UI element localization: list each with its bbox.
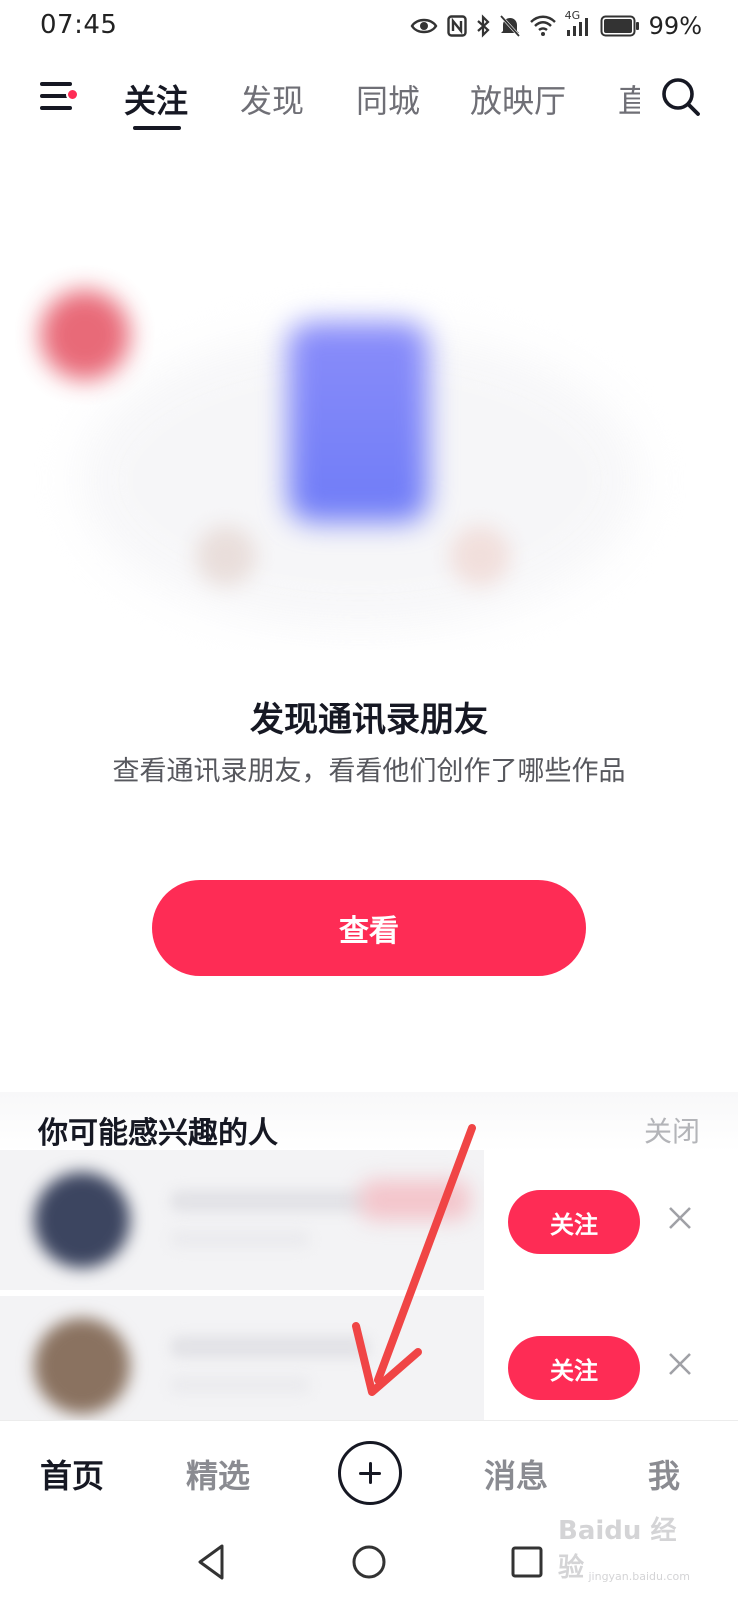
user-info [170, 1230, 310, 1248]
tab-following[interactable]: 关注 [124, 76, 188, 122]
tab-live[interactable]: 直 [618, 76, 640, 116]
battery-percent: 99% [648, 12, 702, 40]
mute-icon [499, 14, 521, 38]
tab-home[interactable]: 首页 [40, 1451, 104, 1497]
tab-messages[interactable]: 消息 [484, 1451, 548, 1497]
suggestions-close-button[interactable]: 关闭 [644, 1110, 700, 1150]
user-name [170, 1190, 370, 1212]
contacts-illustration [0, 230, 738, 650]
search-button[interactable] [660, 76, 702, 118]
discover-description: 查看通讯录朋友，看看他们创作了哪些作品 [112, 756, 626, 787]
create-button[interactable] [338, 1441, 402, 1505]
illustration-phone-card [288, 322, 428, 522]
status-icons: 4G 99% [410, 9, 702, 42]
eye-icon [410, 16, 438, 36]
avatar [34, 1318, 130, 1414]
suggestion-row[interactable]: 关注 [0, 1150, 738, 1290]
status-bar: 07:45 4G 99% [0, 0, 738, 52]
watermark-logo: Baidu 经验 [558, 1516, 677, 1583]
active-tab-indicator [133, 126, 181, 130]
follow-button[interactable]: 关注 [508, 1336, 640, 1400]
follow-button[interactable]: 关注 [508, 1190, 640, 1254]
recents-icon[interactable] [507, 1542, 547, 1582]
network-type: 4G [564, 9, 581, 22]
menu-icon [40, 82, 72, 86]
watermark-url: jingyan.baidu.com [588, 1570, 690, 1583]
tab-me[interactable]: 我 [648, 1451, 680, 1497]
signal-icon: 4G [565, 9, 591, 37]
search-icon [662, 78, 700, 116]
status-time: 07:45 [40, 10, 118, 40]
user-name [170, 1336, 370, 1358]
discover-title: 发现通讯录朋友 [250, 700, 488, 740]
home-icon[interactable] [349, 1542, 389, 1582]
close-icon[interactable] [666, 1204, 694, 1232]
tab-theater[interactable]: 放映厅 [470, 76, 566, 122]
menu-button[interactable] [38, 76, 79, 116]
close-icon[interactable] [666, 1350, 694, 1378]
tab-local[interactable]: 同城 [356, 76, 420, 122]
back-icon[interactable] [192, 1542, 232, 1582]
tab-discover[interactable]: 发现 [240, 76, 304, 122]
view-contacts-button[interactable]: 查看 [152, 880, 586, 976]
notification-dot [66, 88, 79, 101]
tab-featured[interactable]: 精选 [186, 1451, 250, 1497]
user-info [170, 1376, 310, 1394]
nfc-icon [446, 15, 467, 37]
suggestions-title: 你可能感兴趣的人 [38, 1116, 278, 1151]
bottom-tab-bar: 首页 精选 消息 我 [0, 1420, 738, 1524]
wifi-icon [529, 15, 556, 37]
bluetooth-icon [476, 14, 490, 38]
top-nav: 关注 发现 同城 放映厅 直 [0, 60, 738, 140]
avatar [34, 1172, 130, 1268]
suggestion-row[interactable]: 关注 [0, 1296, 738, 1436]
battery-icon [600, 15, 640, 37]
illustration-red-bubble [40, 290, 130, 380]
